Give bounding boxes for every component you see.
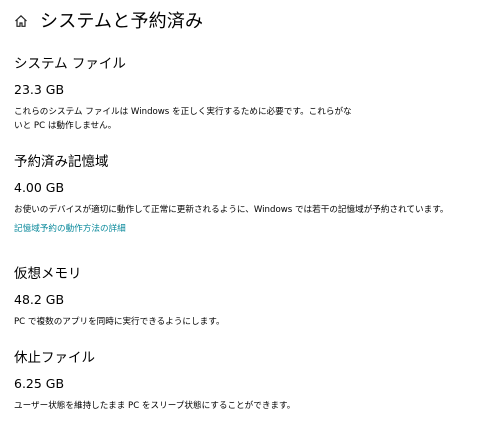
section-size: 6.25 GB [14, 376, 65, 391]
storage-system-reserved-page: システムと予約済み システム ファイル 23.3 GB これらのシステム ファイ… [0, 0, 500, 440]
section-title: 予約済み記憶域 [14, 154, 109, 170]
section-description-line: これらのシステム ファイルは Windows を正しく実行するために必要です。こ… [14, 107, 352, 117]
section-size: 4.00 GB [14, 180, 65, 195]
section-size: 48.2 GB [14, 292, 65, 307]
section-size: 23.3 GB [14, 82, 65, 97]
section-title: システム ファイル [14, 56, 126, 72]
home-icon[interactable] [14, 13, 28, 27]
section-title: 休止ファイル [14, 350, 95, 366]
section-title: 仮想メモリ [14, 266, 82, 282]
section-description-line: ユーザー状態を維持したまま PC をスリープ状態にすることができます。 [14, 401, 296, 411]
reserved-storage-learn-more-link[interactable]: 記憶域予約の動作方法の詳細 [14, 222, 126, 234]
section-description-line: PC で複数のアプリを同時に実行できるようにします。 [14, 317, 225, 327]
page-header: システムと予約済み [14, 6, 203, 34]
page-title: システムと予約済み [40, 11, 204, 32]
section-description-line: お使いのデバイスが適切に動作して正常に更新されるように、Windows では若干… [14, 205, 449, 215]
section-description-line: いと PC は動作しません。 [14, 121, 117, 131]
